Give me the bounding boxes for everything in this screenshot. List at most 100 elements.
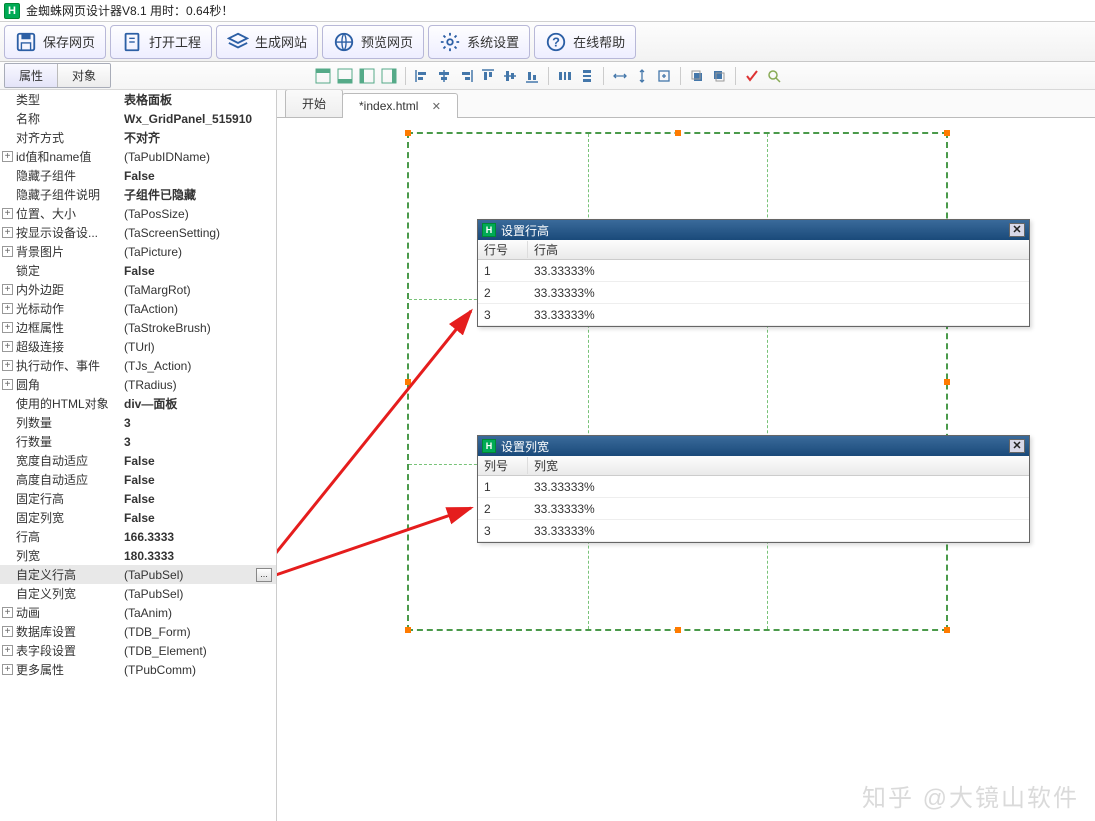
send-back-icon[interactable] (709, 66, 729, 86)
property-row[interactable]: +内外边距(TaMargRot) (0, 280, 276, 299)
property-row[interactable]: +按显示设备设...(TaScreenSetting) (0, 223, 276, 242)
property-row[interactable]: 行数量3 (0, 432, 276, 451)
expand-icon[interactable]: + (2, 626, 13, 637)
dialog-titlebar[interactable]: H 设置行高 ✕ (478, 220, 1029, 240)
property-row[interactable]: 列宽180.3333 (0, 546, 276, 565)
expand-icon[interactable]: + (2, 284, 13, 295)
table-row[interactable]: 333.33333% (478, 520, 1029, 542)
close-icon[interactable]: ✕ (432, 101, 441, 113)
help-button[interactable]: ? 在线帮助 (534, 25, 636, 59)
property-row[interactable]: 自定义行高(TaPubSel)... (0, 565, 276, 584)
distribute-v-icon[interactable] (577, 66, 597, 86)
property-row[interactable]: +动画(TaAnim) (0, 603, 276, 622)
preview-button[interactable]: 预览网页 (322, 25, 424, 59)
align-right-icon[interactable] (456, 66, 476, 86)
property-row[interactable]: +id值和name值(TaPubIDName) (0, 147, 276, 166)
expand-icon[interactable]: + (2, 246, 13, 257)
property-row[interactable]: +执行动作、事件(TJs_Action) (0, 356, 276, 375)
property-row[interactable]: +超级连接(TUrl) (0, 337, 276, 356)
side-tab-group: 属性 对象 (4, 63, 111, 88)
settings-button[interactable]: 系统设置 (428, 25, 530, 59)
close-icon[interactable]: ✕ (1009, 223, 1025, 237)
resize-handle[interactable] (405, 379, 411, 385)
distribute-h-icon[interactable] (555, 66, 575, 86)
expand-icon[interactable]: + (2, 208, 13, 219)
tab-start[interactable]: 开始 (285, 90, 343, 117)
expand-icon[interactable]: + (2, 341, 13, 352)
resize-handle[interactable] (944, 379, 950, 385)
resize-handle[interactable] (405, 130, 411, 136)
property-row[interactable]: 名称Wx_GridPanel_515910 (0, 109, 276, 128)
search-icon[interactable] (764, 66, 784, 86)
property-row[interactable]: +位置、大小(TaPosSize) (0, 204, 276, 223)
property-row[interactable]: +背景图片(TaPicture) (0, 242, 276, 261)
layout-icon-2[interactable] (335, 66, 355, 86)
close-icon[interactable]: ✕ (1009, 439, 1025, 453)
table-row[interactable]: 233.33333% (478, 498, 1029, 520)
expand-icon[interactable]: + (2, 379, 13, 390)
resize-handle[interactable] (944, 627, 950, 633)
align-bottom-icon[interactable] (522, 66, 542, 86)
dialog-titlebar[interactable]: H 设置列宽 ✕ (478, 436, 1029, 456)
property-row[interactable]: 锁定False (0, 261, 276, 280)
property-row[interactable]: 使用的HTML对象div—面板 (0, 394, 276, 413)
resize-handle[interactable] (405, 627, 411, 633)
expand-icon[interactable]: + (2, 645, 13, 656)
align-left-icon[interactable] (412, 66, 432, 86)
property-row[interactable]: +数据库设置(TDB_Form) (0, 622, 276, 641)
same-width-icon[interactable] (610, 66, 630, 86)
open-button[interactable]: 打开工程 (110, 25, 212, 59)
property-key: 执行动作、事件 (16, 357, 124, 374)
expand-icon[interactable]: + (2, 322, 13, 333)
property-row[interactable]: +光标动作(TaAction) (0, 299, 276, 318)
property-row[interactable]: 固定行高False (0, 489, 276, 508)
design-surface[interactable]: H 设置行高 ✕ 行号 行高 133.33333%233.33333%333.3… (277, 118, 1095, 821)
same-height-icon[interactable] (632, 66, 652, 86)
layout-icon-4[interactable] (379, 66, 399, 86)
tab-index-html[interactable]: *index.html ✕ (342, 93, 458, 118)
resize-handle[interactable] (675, 627, 681, 633)
property-row[interactable]: 对齐方式不对齐 (0, 128, 276, 147)
property-row[interactable]: 固定列宽False (0, 508, 276, 527)
tab-properties[interactable]: 属性 (5, 64, 58, 87)
tab-objects[interactable]: 对象 (58, 64, 110, 87)
table-row[interactable]: 333.33333% (478, 304, 1029, 326)
layout-icon-3[interactable] (357, 66, 377, 86)
expand-icon[interactable]: + (2, 607, 13, 618)
property-row[interactable]: +更多属性(TPubComm) (0, 660, 276, 679)
table-row[interactable]: 233.33333% (478, 282, 1029, 304)
ellipsis-button[interactable]: ... (256, 568, 272, 582)
dialog-row-height[interactable]: H 设置行高 ✕ 行号 行高 133.33333%233.33333%333.3… (477, 219, 1030, 327)
grid-panel[interactable] (407, 132, 948, 631)
property-row[interactable]: 宽度自动适应False (0, 451, 276, 470)
property-row[interactable]: 隐藏子组件说明子组件已隐藏 (0, 185, 276, 204)
resize-handle[interactable] (944, 130, 950, 136)
check-icon[interactable] (742, 66, 762, 86)
property-row[interactable]: 高度自动适应False (0, 470, 276, 489)
bring-front-icon[interactable] (687, 66, 707, 86)
expand-icon[interactable]: + (2, 303, 13, 314)
property-row[interactable]: 行高166.3333 (0, 527, 276, 546)
property-row[interactable]: 隐藏子组件False (0, 166, 276, 185)
align-center-h-icon[interactable] (434, 66, 454, 86)
align-top-icon[interactable] (478, 66, 498, 86)
expand-icon[interactable]: + (2, 151, 13, 162)
same-size-icon[interactable] (654, 66, 674, 86)
property-row[interactable]: +边框属性(TaStrokeBrush) (0, 318, 276, 337)
expand-icon[interactable]: + (2, 360, 13, 371)
property-row[interactable]: 类型表格面板 (0, 90, 276, 109)
table-row[interactable]: 133.33333% (478, 260, 1029, 282)
table-row[interactable]: 133.33333% (478, 476, 1029, 498)
dialog-col-width[interactable]: H 设置列宽 ✕ 列号 列宽 133.33333%233.33333%333.3… (477, 435, 1030, 543)
resize-handle[interactable] (675, 130, 681, 136)
property-row[interactable]: +表字段设置(TDB_Element) (0, 641, 276, 660)
expand-icon[interactable]: + (2, 664, 13, 675)
generate-button[interactable]: 生成网站 (216, 25, 318, 59)
property-row[interactable]: 自定义列宽(TaPubSel) (0, 584, 276, 603)
align-middle-icon[interactable] (500, 66, 520, 86)
property-row[interactable]: +圆角(TRadius) (0, 375, 276, 394)
expand-icon[interactable]: + (2, 227, 13, 238)
layout-icon-1[interactable] (313, 66, 333, 86)
property-row[interactable]: 列数量3 (0, 413, 276, 432)
save-button[interactable]: 保存网页 (4, 25, 106, 59)
